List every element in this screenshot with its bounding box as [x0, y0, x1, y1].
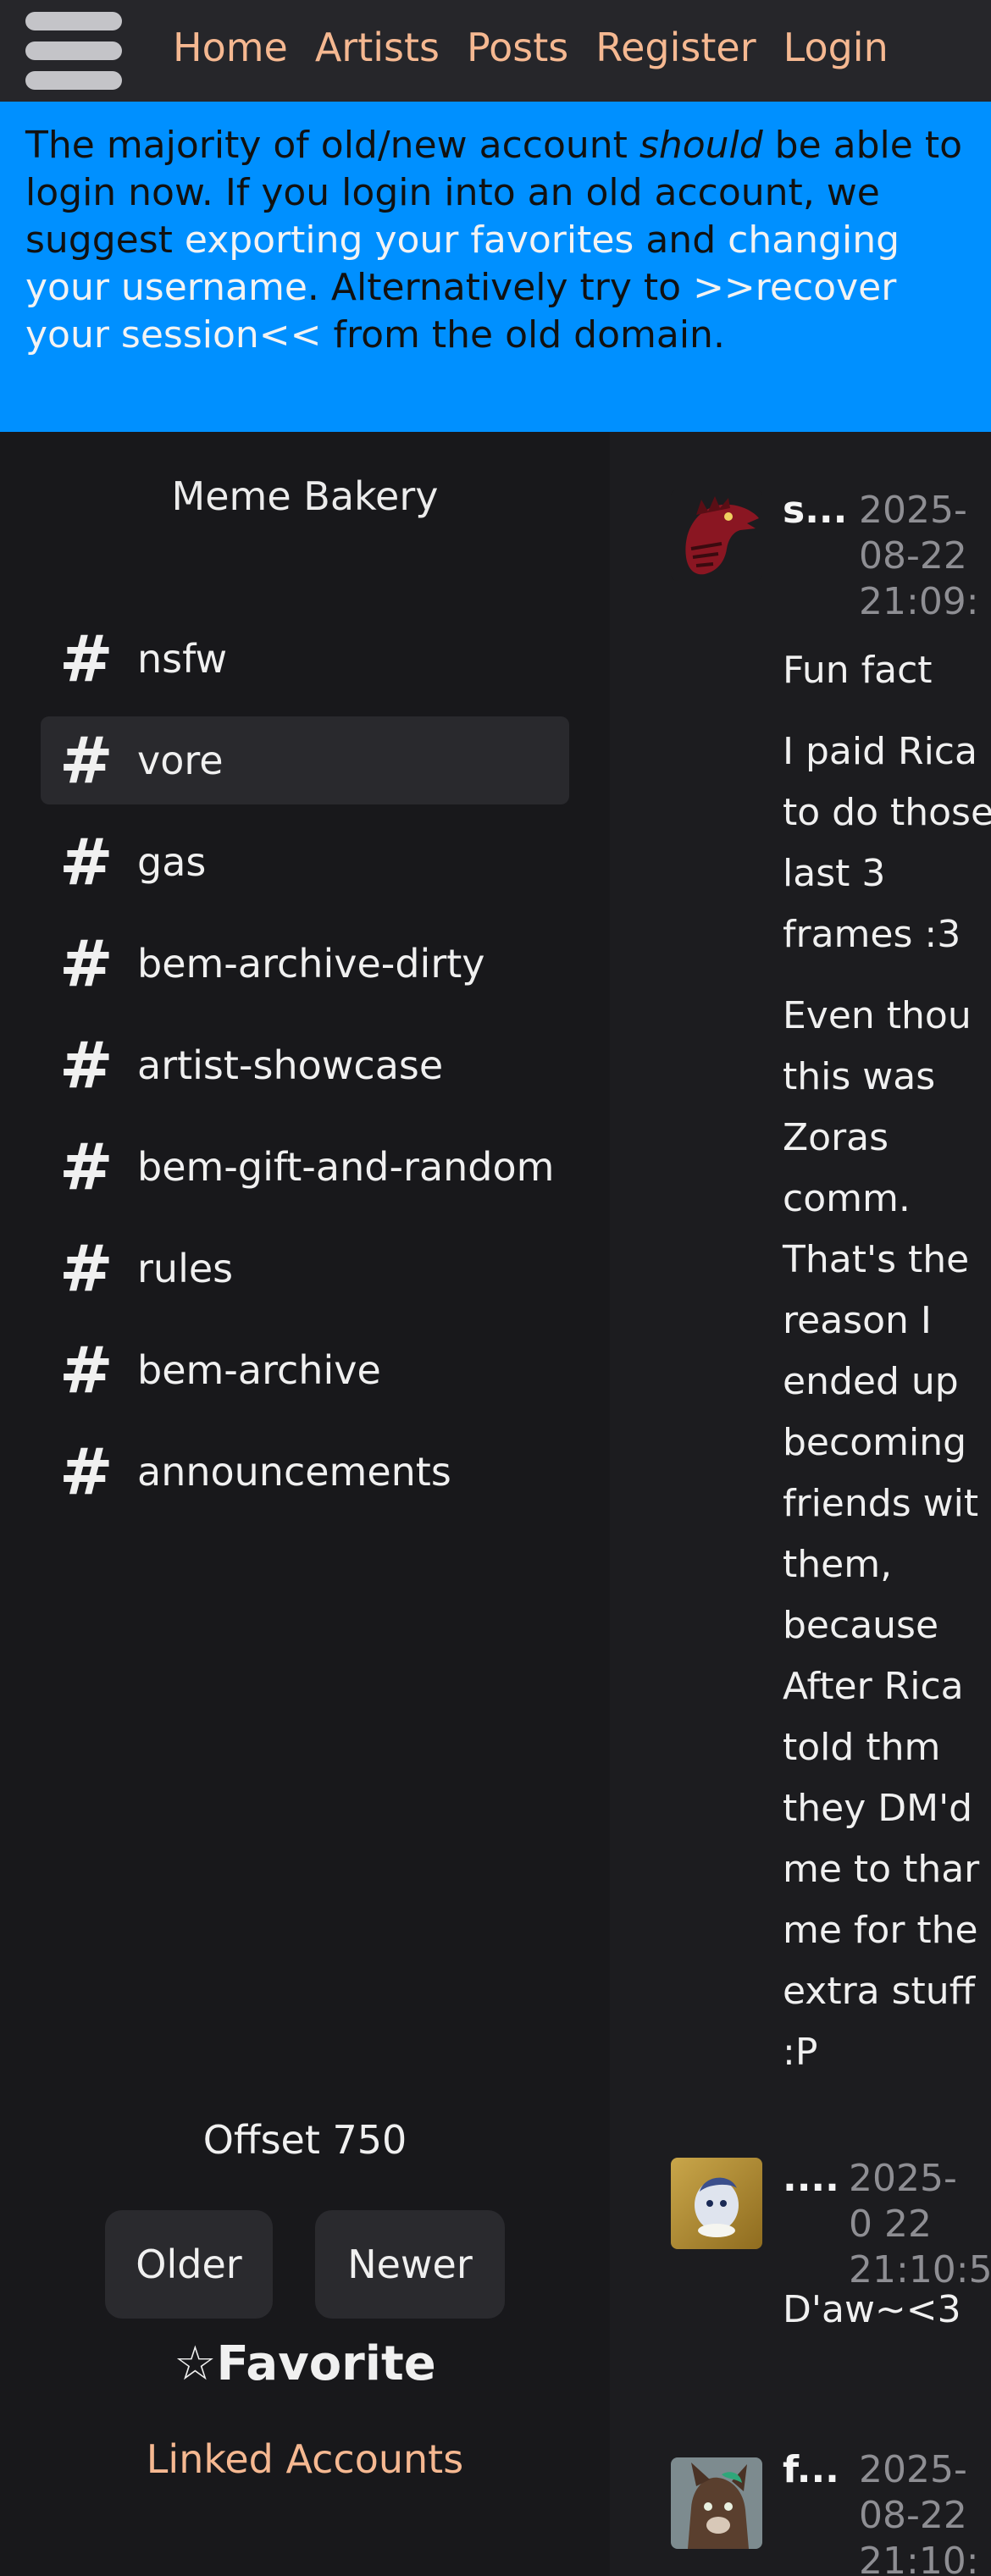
channel-name: rules	[137, 1246, 234, 1291]
channel-name: bem-archive-dirty	[137, 941, 485, 987]
channel-item-artist-showcase[interactable]: # artist-showcase	[41, 1021, 569, 1109]
offset-label: Offset 750	[202, 2117, 407, 2163]
channel-item-bem-archive-dirty[interactable]: # bem-archive-dirty	[41, 920, 569, 1008]
channel-item-gas[interactable]: # gas	[41, 818, 569, 906]
message-text: Fun fact	[783, 649, 933, 692]
banner-emphasis: should	[639, 124, 763, 167]
message-text: I paid Rica to do those last 3 frames :3	[783, 730, 991, 956]
channel-name: artist-showcase	[137, 1042, 444, 1088]
favorite-button[interactable]: ☆Favorite	[0, 2334, 610, 2395]
channel-name: announcements	[137, 1449, 451, 1495]
avatar[interactable]	[671, 2158, 762, 2249]
message-text: D'aw~<3	[783, 2288, 961, 2331]
channel-item-announcements[interactable]: # announcements	[41, 1428, 569, 1516]
favorite-label: Favorite	[216, 2336, 436, 2391]
hash-icon: #	[59, 1027, 113, 1103]
channel-item-bem-gift-and-random[interactable]: # bem-gift-and-random	[41, 1123, 569, 1211]
channel-name: gas	[137, 839, 207, 885]
hash-icon: #	[59, 722, 113, 798]
message-timestamp: 2025-0 22 21:10:5	[849, 2157, 991, 2291]
channel-name: bem-gift-and-random	[137, 1144, 555, 1190]
channel-list: # nsfw # vore # gas # bem-archive-dirty # artist-…	[41, 615, 569, 1529]
message-author[interactable]: s...	[783, 488, 847, 533]
nav-link-login[interactable]: Login	[783, 20, 889, 75]
banner-text: The majority of old/new account	[25, 124, 639, 167]
channel-name: vore	[137, 738, 224, 783]
star-icon: ☆	[174, 2336, 217, 2391]
newer-button[interactable]: Newer	[315, 2210, 505, 2319]
server-title: Meme Bakery	[171, 473, 439, 519]
top-nav: Home Artists Posts Register Login	[0, 0, 991, 102]
avatar[interactable]	[671, 489, 762, 581]
banner-text: and	[634, 218, 728, 262]
channel-item-nsfw[interactable]: # nsfw	[41, 615, 569, 703]
announcement-banner: The majority of old/new account should b…	[0, 102, 991, 432]
message-timestamp: 2025-08-22 21:09:	[859, 489, 979, 623]
channel-item-bem-archive[interactable]: # bem-archive	[41, 1326, 569, 1414]
character-avatar-icon	[695, 2177, 739, 2237]
hamburger-menu-icon[interactable]	[25, 12, 122, 90]
nav-link-posts[interactable]: Posts	[467, 20, 568, 75]
message-timestamp: 2025-08-22 21:10:	[859, 2448, 979, 2576]
hash-icon: #	[59, 1230, 113, 1306]
channel-sidebar: Meme Bakery # nsfw # vore # gas # bem-archive-d…	[0, 432, 610, 2576]
export-favorites-link[interactable]: exporting your favorites	[185, 218, 634, 262]
hash-icon: #	[59, 1129, 113, 1204]
hash-icon: #	[59, 926, 113, 1001]
wolf-avatar-icon	[688, 2463, 749, 2549]
channel-item-vore[interactable]: # vore	[41, 716, 569, 804]
nav-links: Home Artists Posts Register Login	[173, 20, 889, 75]
older-button[interactable]: Older	[105, 2210, 273, 2319]
channel-item-rules[interactable]: # rules	[41, 1224, 569, 1313]
hash-icon: #	[59, 1434, 113, 1509]
banner-text: from the old domain.	[321, 313, 725, 357]
avatar[interactable]	[671, 2457, 762, 2549]
linked-accounts-link[interactable]: Linked Accounts	[0, 2434, 610, 2485]
banner-text: . Alternatively try to	[307, 266, 694, 309]
message-text: Even thou this was Zoras comm. That's th…	[783, 994, 980, 2074]
hash-icon: #	[59, 621, 113, 696]
channel-name: bem-archive	[137, 1347, 381, 1393]
message-author[interactable]: ....	[783, 2156, 839, 2202]
nav-link-register[interactable]: Register	[595, 20, 756, 75]
message-author[interactable]: f...	[783, 2447, 839, 2493]
channel-name: nsfw	[137, 636, 228, 682]
dinosaur-avatar-icon	[685, 496, 759, 575]
hash-icon: #	[59, 824, 113, 899]
nav-link-artists[interactable]: Artists	[315, 20, 440, 75]
nav-link-home[interactable]: Home	[173, 20, 288, 75]
message-list: s... 2025-08-22 21:09: Fun fact I paid R…	[610, 432, 991, 2576]
hash-icon: #	[59, 1332, 113, 1407]
